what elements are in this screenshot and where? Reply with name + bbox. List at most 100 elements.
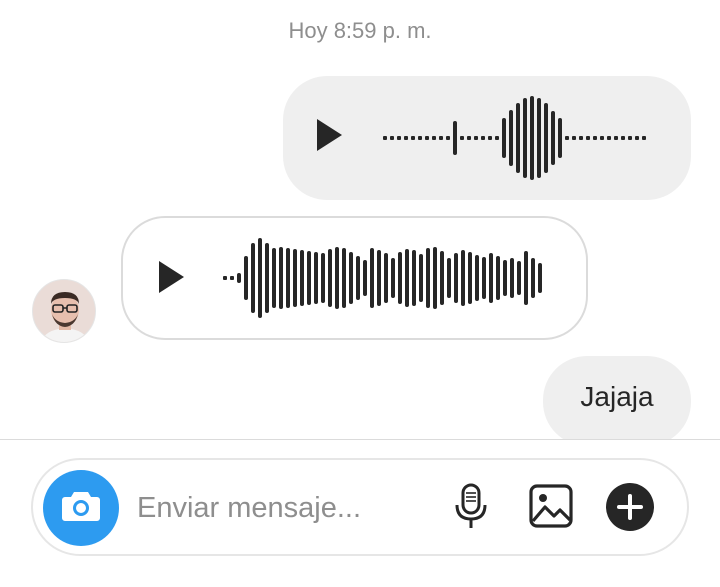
waveform-bar <box>377 250 381 306</box>
waveform-bar <box>426 248 430 308</box>
outgoing-text-message[interactable]: Jajaja <box>543 356 691 446</box>
outgoing-voice-message[interactable] <box>283 76 691 200</box>
waveform-bar <box>572 136 576 140</box>
waveform-bar <box>321 253 325 303</box>
waveform-bar <box>530 96 534 180</box>
waveform-bar <box>537 98 541 178</box>
waveform-bar <box>531 258 535 298</box>
waveform-bar <box>307 251 311 305</box>
waveform-bar <box>223 276 227 280</box>
waveform-bar <box>516 103 520 173</box>
waveform-bar <box>447 258 451 298</box>
plus-icon <box>606 482 654 536</box>
waveform-bar <box>418 136 422 140</box>
waveform-bar <box>503 260 507 296</box>
waveform-bar <box>544 103 548 173</box>
message-text: Jajaja <box>580 381 654 412</box>
waveform-bar <box>419 254 423 302</box>
waveform-bar <box>467 136 471 140</box>
audio-waveform[interactable] <box>223 232 545 324</box>
waveform-bar <box>370 248 374 308</box>
audio-waveform[interactable] <box>383 92 649 184</box>
waveform-bar <box>335 247 339 309</box>
play-icon[interactable] <box>315 118 347 158</box>
waveform-bar <box>412 250 416 306</box>
play-icon[interactable] <box>157 260 189 300</box>
waveform-bar <box>642 136 646 140</box>
waveform-bar <box>461 250 465 306</box>
waveform-bar <box>579 136 583 140</box>
waveform-bar <box>411 136 415 140</box>
waveform-bar <box>272 248 276 308</box>
waveform-bar <box>454 253 458 303</box>
waveform-bar <box>314 252 318 304</box>
waveform-bar <box>495 136 499 140</box>
camera-icon <box>61 489 101 528</box>
waveform-bar <box>635 136 639 140</box>
waveform-bar <box>453 121 457 155</box>
waveform-bar <box>621 136 625 140</box>
avatar[interactable] <box>32 279 96 343</box>
waveform-bar <box>356 256 360 300</box>
waveform-bar <box>349 252 353 304</box>
waveform-bar <box>565 136 569 140</box>
waveform-bar <box>384 253 388 303</box>
message-timestamp: Hoy 8:59 p. m. <box>288 18 432 43</box>
waveform-bar <box>286 248 290 308</box>
waveform-bar <box>607 136 611 140</box>
waveform-bar <box>383 136 387 140</box>
waveform-bar <box>404 136 408 140</box>
waveform-bar <box>510 258 514 298</box>
waveform-bar <box>398 252 402 304</box>
waveform-bar <box>432 136 436 140</box>
waveform-bar <box>593 136 597 140</box>
waveform-bar <box>538 263 542 293</box>
waveform-bar <box>425 136 429 140</box>
waveform-bar <box>293 249 297 307</box>
message-composer <box>31 458 689 556</box>
microphone-icon <box>453 483 489 536</box>
camera-button[interactable] <box>43 470 119 546</box>
waveform-bar <box>230 276 234 280</box>
waveform-bar <box>586 136 590 140</box>
waveform-bar <box>460 136 464 140</box>
waveform-bar <box>488 136 492 140</box>
waveform-bar <box>551 111 555 165</box>
waveform-bar <box>509 110 513 166</box>
message-input[interactable] <box>135 484 379 532</box>
waveform-bar <box>390 136 394 140</box>
waveform-bar <box>258 238 262 318</box>
waveform-bar <box>628 136 632 140</box>
waveform-bar <box>524 251 528 305</box>
waveform-bar <box>517 261 521 295</box>
incoming-voice-message[interactable] <box>121 216 588 340</box>
waveform-bar <box>342 248 346 308</box>
waveform-bar <box>502 118 506 158</box>
waveform-bar <box>440 251 444 305</box>
gallery-icon <box>528 483 574 534</box>
waveform-bar <box>237 273 241 283</box>
microphone-button[interactable] <box>451 483 491 536</box>
waveform-bar <box>279 247 283 309</box>
waveform-bar <box>397 136 401 140</box>
waveform-bar <box>496 256 500 300</box>
waveform-bar <box>558 118 562 158</box>
waveform-bar <box>481 136 485 140</box>
waveform-bar <box>328 249 332 307</box>
waveform-bar <box>265 243 269 313</box>
waveform-bar <box>474 136 478 140</box>
gallery-button[interactable] <box>527 483 575 534</box>
add-button[interactable] <box>605 482 655 536</box>
waveform-bar <box>439 136 443 140</box>
waveform-bar <box>446 136 450 140</box>
waveform-bar <box>475 255 479 301</box>
waveform-bar <box>468 252 472 304</box>
waveform-bar <box>523 98 527 178</box>
waveform-bar <box>433 247 437 309</box>
waveform-bar <box>600 136 604 140</box>
waveform-bar <box>489 253 493 303</box>
waveform-bar <box>614 136 618 140</box>
waveform-bar <box>363 260 367 296</box>
waveform-bar <box>251 243 255 313</box>
waveform-bar <box>391 258 395 298</box>
